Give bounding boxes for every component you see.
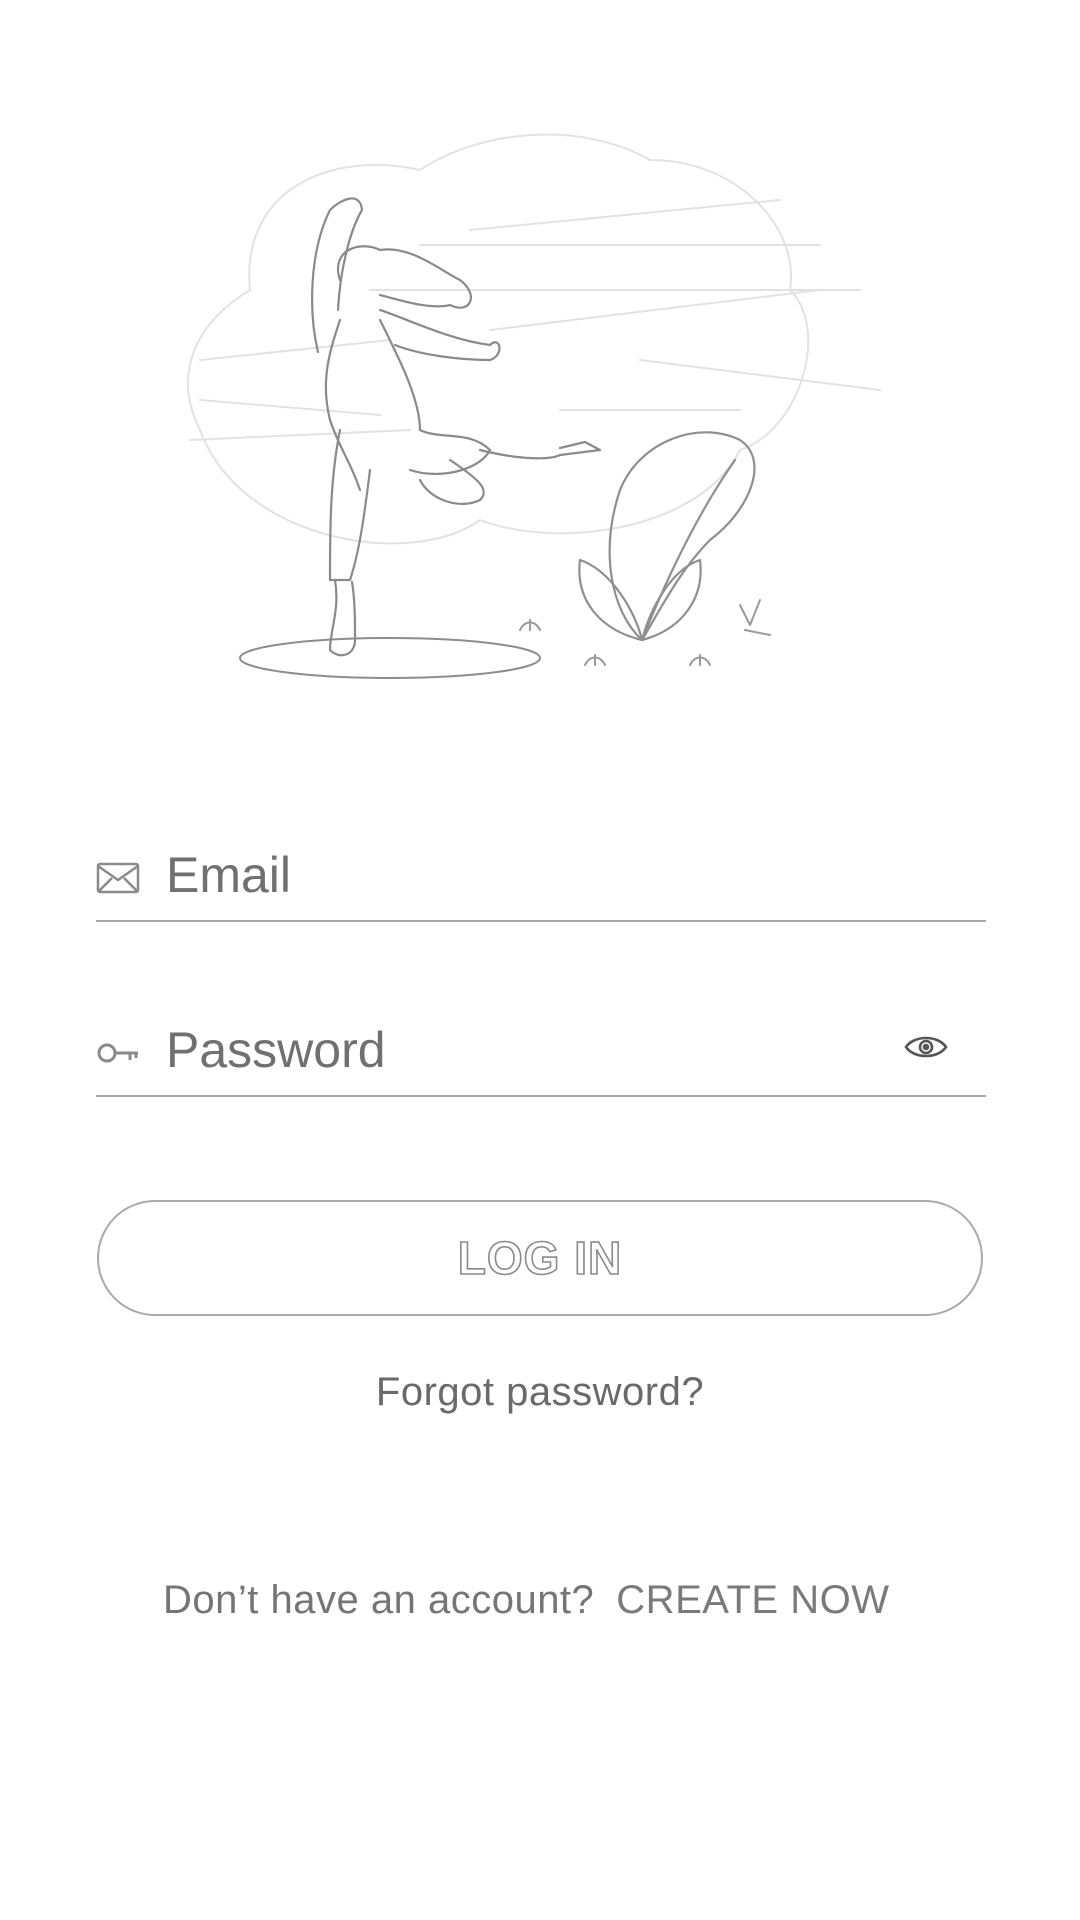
create-account-link[interactable]: CREATE NOW — [616, 1578, 889, 1622]
password-field-row — [96, 1005, 986, 1097]
key-icon — [96, 1035, 140, 1071]
envelope-icon — [96, 860, 140, 896]
hero-illustration — [180, 130, 900, 690]
eye-icon[interactable] — [904, 1031, 948, 1063]
signup-prompt: Don’t have an account? — [163, 1578, 595, 1622]
signup-row: Don’t have an account? CREATE NOW — [163, 1578, 889, 1623]
login-button[interactable]: LOG IN — [97, 1200, 983, 1316]
email-input[interactable] — [166, 840, 866, 910]
password-input[interactable] — [166, 1015, 866, 1085]
email-field-row — [96, 830, 986, 922]
forgot-password-link[interactable]: Forgot password? — [0, 1370, 1080, 1415]
